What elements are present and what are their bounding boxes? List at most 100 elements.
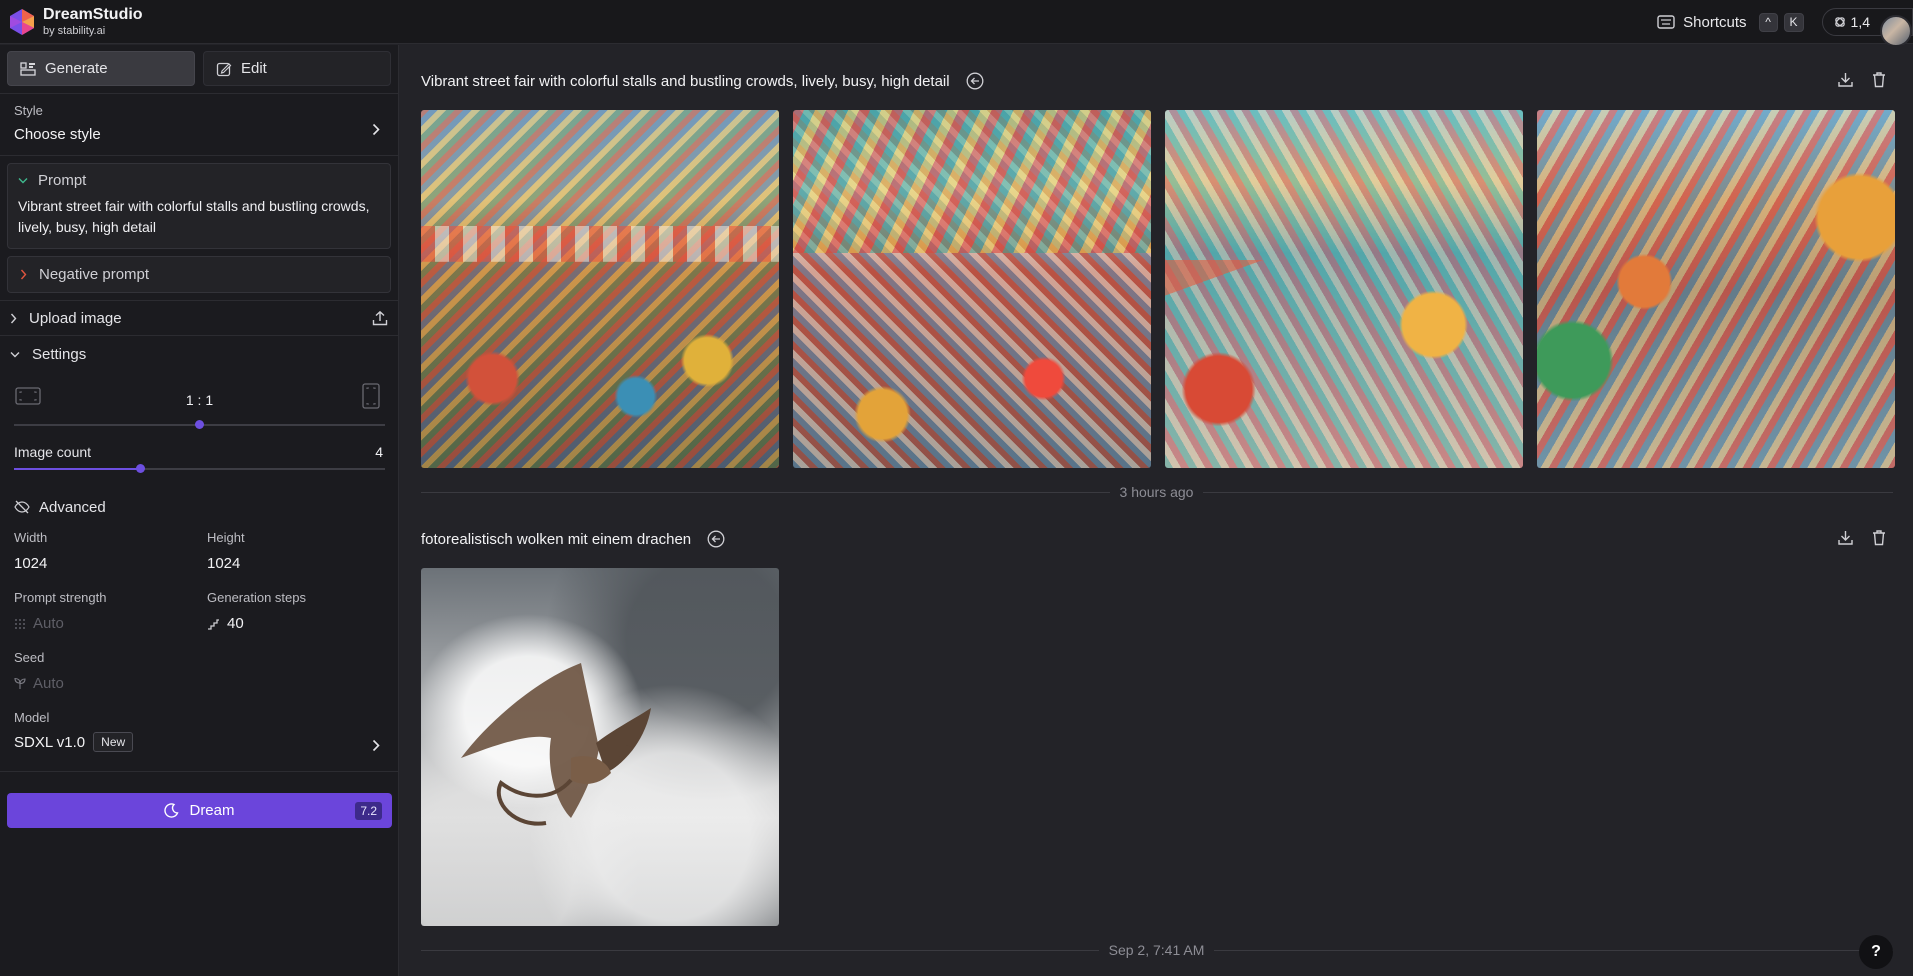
timestamp-text: Sep 2, 7:41 AM [1098,942,1215,958]
prompt-strength-input[interactable]: Auto [14,615,207,632]
credits-button[interactable]: 1,4 [1821,8,1913,47]
sidebar: Generate Edit Style Choose style Prompt … [0,45,399,976]
grid-icon [20,61,36,76]
prompt-strength-field[interactable]: Prompt strength Auto [14,590,207,650]
logo[interactable]: DreamStudio by stability.ai [8,5,143,37]
chevron-right-icon [372,123,380,136]
generation-header: Vibrant street fair with colorful stalls… [421,71,984,91]
model-label: Model [14,710,50,725]
credits-value: 1,4 [1850,14,1870,30]
prompt-panel[interactable]: Prompt Vibrant street fair with colorful… [7,163,391,249]
credits-icon [1834,17,1845,27]
upload-image-toggle[interactable]: Upload image [0,300,398,336]
height-value[interactable]: 1024 [207,555,400,572]
shortcuts-label: Shortcuts [1683,13,1747,31]
dream-cost-badge: 7.2 [355,802,382,820]
generation-steps-field[interactable]: Generation steps 40 [207,590,400,650]
app-subtitle: by stability.ai [43,24,106,37]
tab-generate[interactable]: Generate [7,51,195,86]
new-badge: New [93,732,134,752]
upload-icon[interactable] [372,310,388,326]
reuse-prompt-icon[interactable] [707,530,725,548]
reuse-prompt-icon[interactable] [966,72,984,90]
app-title: DreamStudio [43,5,143,23]
generated-image[interactable] [1537,110,1895,468]
settings-label: Settings [32,345,87,363]
shortcut-key-ctrl: ^ [1758,12,1778,32]
generation-steps-label: Generation steps [207,590,307,605]
chevron-down-icon [10,351,20,357]
advanced-toggle[interactable]: Advanced [0,484,398,530]
generated-image[interactable] [1165,110,1523,468]
moon-icon [164,803,180,818]
aspect-ratio-value: 1 : 1 [185,392,214,408]
chevron-down-icon [18,178,28,184]
generated-image[interactable] [793,110,1151,468]
shortcut-key-k: K [1783,12,1804,32]
generations-feed: Vibrant street fair with colorful stalls… [400,45,1913,976]
advanced-label: Advanced [39,498,106,516]
top-bar: DreamStudio by stability.ai Shortcuts ^ … [0,0,1913,47]
download-icon[interactable] [1837,529,1854,546]
dragon-illustration [461,663,651,826]
tab-edit-label: Edit [241,60,267,77]
help-button[interactable]: ? [1859,935,1893,969]
height-field[interactable]: Height 1024 [207,530,400,590]
generation-header: fotorealistisch wolken mit einem drachen [421,529,725,549]
generated-image[interactable] [421,110,779,468]
generation-prompt: Vibrant street fair with colorful stalls… [421,72,950,90]
image-count-slider-fill [14,468,140,470]
dream-button[interactable]: Dream 7.2 [7,793,392,828]
image-count-label: Image count [14,444,92,460]
model-value: SDXL v1.0 [14,733,86,751]
generated-image[interactable] [421,568,779,926]
generation-prompt: fotorealistisch wolken mit einem drachen [421,530,692,548]
dream-label: Dream [189,802,235,819]
eye-off-icon [14,500,30,514]
trash-icon[interactable] [1871,529,1887,546]
keyboard-icon [1657,15,1675,29]
seed-field[interactable]: Seed Auto [14,650,207,710]
width-label: Width [14,530,48,545]
trash-icon[interactable] [1871,71,1887,88]
chevron-right-icon [372,739,380,752]
image-count-value: 4 [375,444,383,460]
image-count-control: Image count 4 [0,438,398,484]
width-value[interactable]: 1024 [14,555,207,572]
style-selector[interactable]: Style Choose style [0,94,398,156]
steps-icon [208,618,219,630]
shortcuts-button[interactable]: Shortcuts ^ K [1657,12,1804,32]
seed-label: Seed [14,650,45,665]
style-value: Choose style [14,126,101,143]
seed-placeholder: Auto [33,675,64,692]
help-label: ? [1871,943,1881,960]
image-count-slider-thumb[interactable] [136,464,145,473]
seed-input[interactable]: Auto [14,675,207,692]
negative-prompt-toggle[interactable]: Negative prompt [7,256,391,293]
upload-image-label: Upload image [29,309,122,327]
tab-generate-label: Generate [45,60,108,77]
tab-edit[interactable]: Edit [203,51,391,86]
prompt-label: Prompt [38,172,87,189]
edit-icon [216,62,232,76]
generation-steps-value: 40 [227,615,244,632]
height-label: Height [207,530,245,545]
model-selector[interactable]: Model SDXL v1.0 New [0,710,398,772]
aspect-ratio-slider-thumb[interactable] [195,420,204,429]
timestamp-text: 3 hours ago [1109,484,1204,500]
width-field[interactable]: Width 1024 [14,530,207,590]
dots-grid-icon [15,618,25,629]
logo-icon [10,8,34,35]
prompt-strength-placeholder: Auto [33,615,64,632]
prompt-input[interactable]: Vibrant street fair with colorful stalls… [18,196,380,238]
prompt-header[interactable]: Prompt [18,172,380,189]
portrait-icon[interactable] [362,383,380,409]
download-icon[interactable] [1837,71,1854,88]
avatar[interactable] [1880,15,1912,47]
settings-toggle[interactable]: Settings [0,336,398,372]
timestamp: 3 hours ago [400,484,1913,500]
mode-tabs: Generate Edit [0,45,398,94]
chevron-right-icon [20,269,27,280]
chevron-right-icon [10,313,17,323]
generation-steps-input[interactable]: 40 [207,615,400,632]
